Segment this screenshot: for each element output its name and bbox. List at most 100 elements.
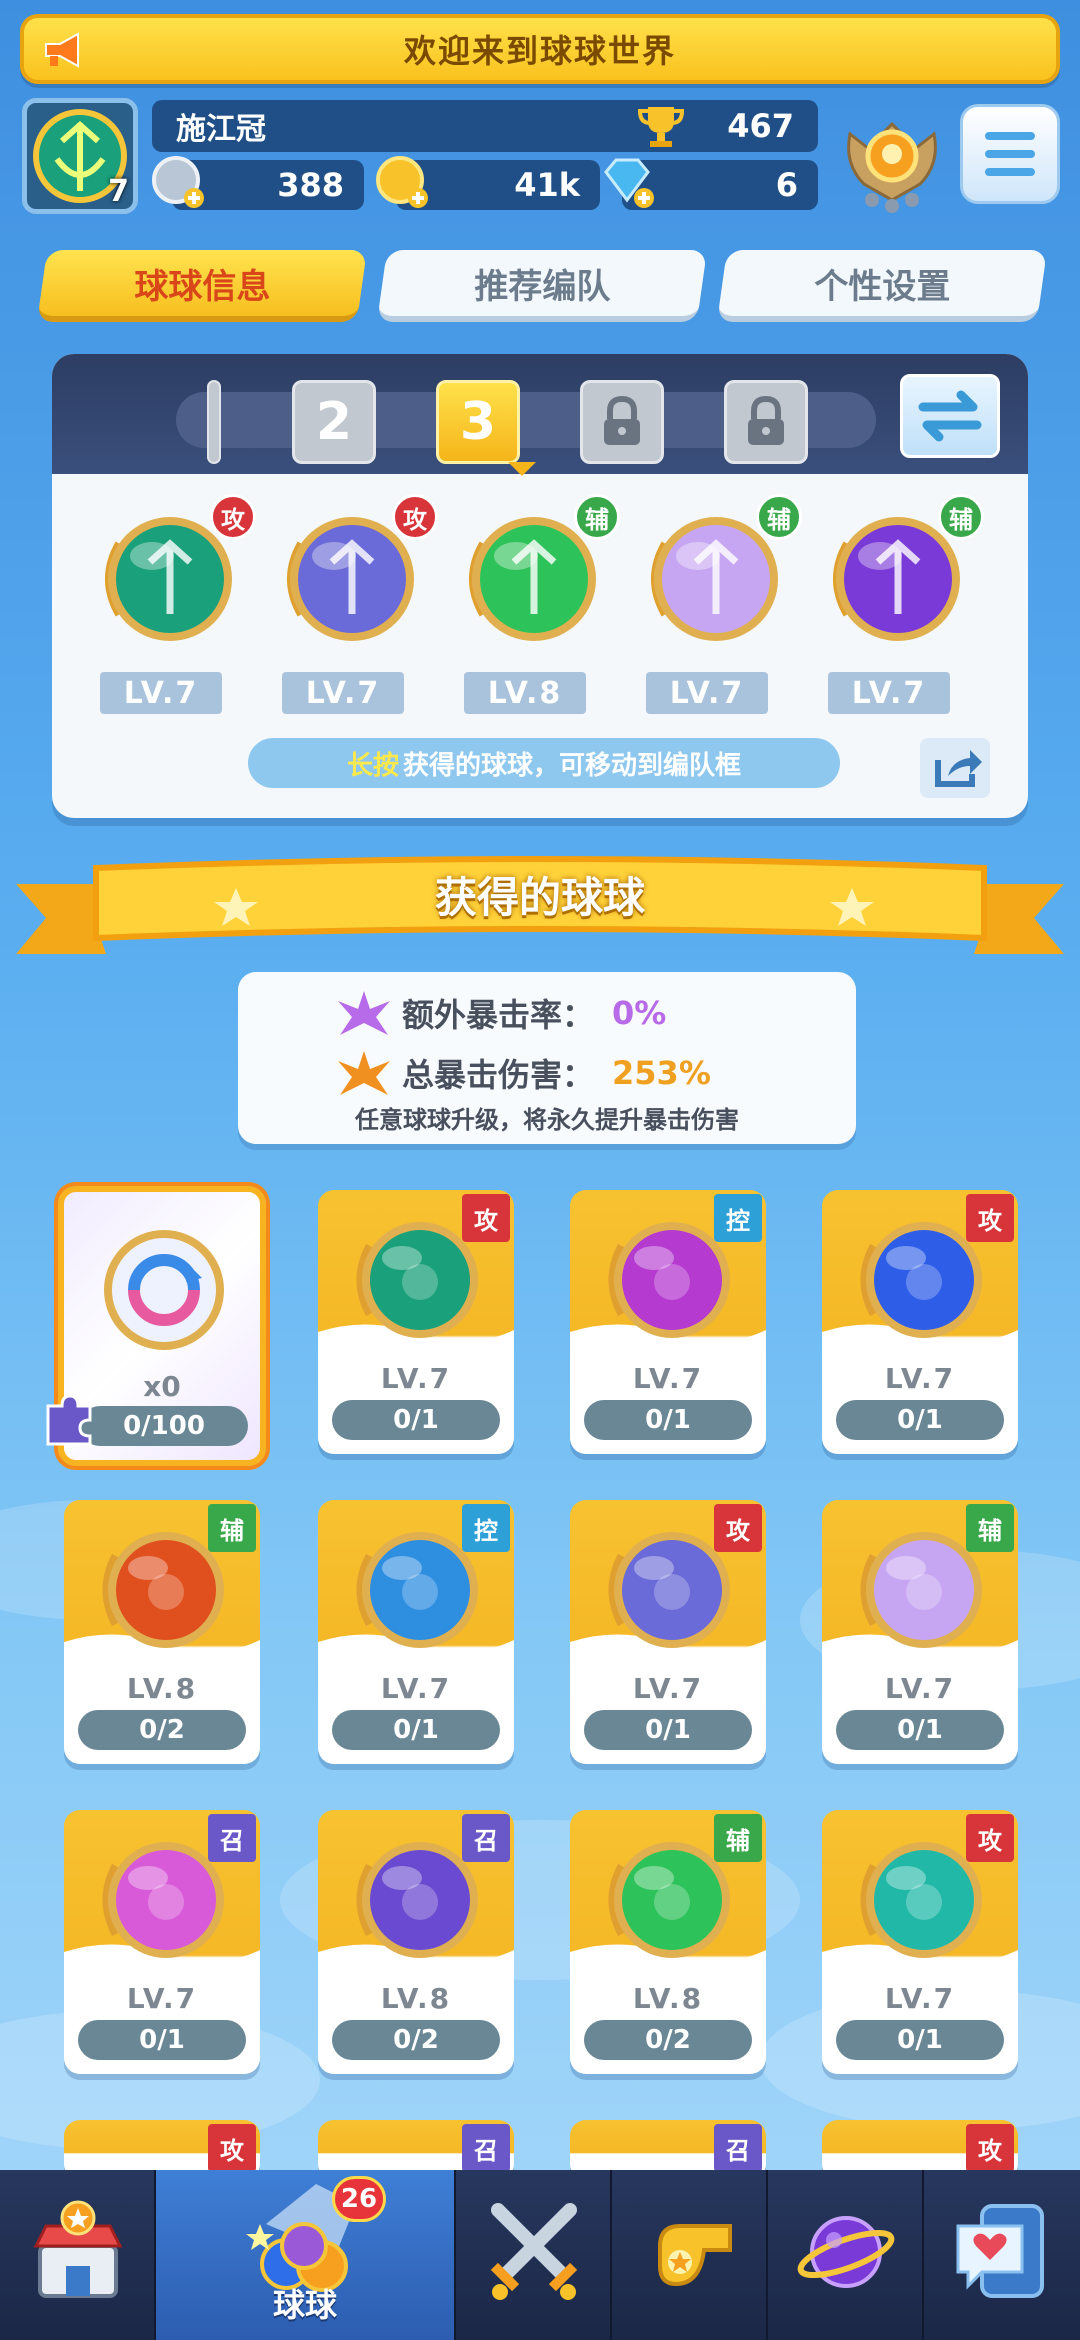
crit-damage-value: 253% xyxy=(612,1054,711,1092)
slot-number: 3 xyxy=(459,392,497,452)
ball-progress: 0/1 xyxy=(332,1710,500,1750)
share-button[interactable] xyxy=(920,738,990,798)
ball-type-tag: 辅 xyxy=(714,1814,762,1862)
gold-coin-icon xyxy=(376,156,428,208)
team-ball-level: LV.7 xyxy=(282,672,404,714)
ball-card[interactable]: 控 LV.7 0/1 xyxy=(570,1190,766,1454)
ball-card[interactable]: 攻 LV.7 0/1 xyxy=(822,1190,1018,1454)
ball-card[interactable]: 召 LV.7 0/1 xyxy=(64,1810,260,2074)
welcome-banner[interactable]: 欢迎来到球球世界 xyxy=(20,14,1060,84)
team-ball-level: LV.7 xyxy=(100,672,222,714)
ball-type-tag: 攻 xyxy=(966,1814,1014,1862)
nav-balls[interactable]: 26 球球 xyxy=(156,2170,456,2340)
team-ball-level: LV.7 xyxy=(828,672,950,714)
slot-number: 2 xyxy=(315,392,353,452)
ball-type-tag: 召 xyxy=(208,1814,256,1862)
team-slot-5-locked[interactable] xyxy=(724,380,808,464)
ball-card[interactable]: 召 LV.8 0/2 xyxy=(318,1810,514,2074)
slot-pointer xyxy=(508,462,536,476)
special-ball-card[interactable]: x0 0/100 xyxy=(46,1186,266,1466)
rainbow-ball-icon xyxy=(104,1230,224,1350)
menu-line-icon xyxy=(985,150,1035,158)
team-slot-4-locked[interactable] xyxy=(580,380,664,464)
player-avatar[interactable]: 7 xyxy=(22,98,138,214)
ball-level: LV.7 xyxy=(884,1362,956,1395)
ball-type-tag: 攻 xyxy=(208,2124,256,2172)
ball-level: LV.8 xyxy=(380,1982,452,2015)
menu-line-icon xyxy=(985,132,1035,140)
ball-card[interactable]: 辅 LV.8 0/2 xyxy=(64,1500,260,1764)
crossed-swords-icon xyxy=(490,2203,578,2300)
ball-type-tag: 辅 xyxy=(966,1504,1014,1552)
crit-rate-value: 0% xyxy=(612,994,667,1032)
ball-card[interactable]: 攻 LV.7 0/1 xyxy=(822,1810,1018,2074)
ball-card[interactable]: 控 LV.7 0/1 xyxy=(318,1500,514,1764)
tab-personal-settings[interactable]: 个性设置 xyxy=(716,250,1048,322)
ball-progress: 0/2 xyxy=(584,2020,752,2060)
ball-type-tag: 攻 xyxy=(462,1194,510,1242)
ball-type-tag: 攻 xyxy=(714,1504,762,1552)
ball-progress: 0/1 xyxy=(78,2020,246,2060)
ball-level: LV.7 xyxy=(380,1362,452,1395)
nav-battle[interactable] xyxy=(456,2170,612,2340)
ball-card[interactable]: 辅 LV.8 0/2 xyxy=(570,1810,766,2074)
silver-resource[interactable]: 388 xyxy=(152,156,364,210)
team-slot-header: 2 3 xyxy=(52,354,1028,476)
menu-button[interactable] xyxy=(960,104,1060,204)
trophy-count: 467 xyxy=(727,107,794,145)
team-slot-2[interactable]: 2 xyxy=(292,380,376,464)
nav-whistle[interactable] xyxy=(612,2170,768,2340)
ball-progress: 0/1 xyxy=(332,1400,500,1440)
nav-chat[interactable] xyxy=(924,2170,1080,2340)
planet-icon xyxy=(797,2216,895,2288)
tab-ball-info[interactable]: 球球信息 xyxy=(36,250,368,322)
name-bar: 施江冠 467 xyxy=(152,100,818,152)
ball-progress: 0/1 xyxy=(584,1710,752,1750)
team-slot-3[interactable]: 3 xyxy=(436,380,520,464)
ball-progress: 0/1 xyxy=(836,1400,1004,1440)
ball-progress: 0/1 xyxy=(836,1710,1004,1750)
nav-planet[interactable] xyxy=(768,2170,924,2340)
silver-value: 388 xyxy=(277,166,344,204)
crit-note: 任意球球升级，将永久提升暴击伤害 xyxy=(355,1106,739,1134)
ball-type-tag: 召 xyxy=(714,2124,762,2172)
crit-info-panel: 额外暴击率： 0% 总暴击伤害： 253% 任意球球升级，将永久提升暴击伤害 xyxy=(238,972,856,1144)
avatar-level: 7 xyxy=(108,174,129,209)
crit-rate-label: 额外暴击率： xyxy=(402,996,595,1034)
coin-resource[interactable]: 41k xyxy=(376,156,600,210)
shop-icon xyxy=(33,2200,123,2298)
ball-type-tag: 控 xyxy=(714,1194,762,1242)
tab-label: 推荐编队 xyxy=(474,266,611,307)
ball-level: LV.7 xyxy=(632,1362,704,1395)
team-slot-1[interactable] xyxy=(207,380,221,464)
whistle-icon xyxy=(658,2224,732,2287)
coin-value: 41k xyxy=(514,166,580,204)
gem-resource[interactable]: 6 xyxy=(604,158,818,210)
tab-recommended-team[interactable]: 推荐编队 xyxy=(376,250,708,322)
collection-title: 获得的球球 xyxy=(434,873,645,922)
ball-card[interactable]: 攻 LV.7 0/1 xyxy=(318,1190,514,1454)
crit-damage-label: 总暴击伤害： xyxy=(402,1056,595,1094)
ball-card[interactable]: 辅 LV.7 0/1 xyxy=(822,1500,1018,1764)
ball-type-tag: 攻 xyxy=(966,1194,1014,1242)
ball-progress: 0/1 xyxy=(836,2020,1004,2060)
crit-damage-row: 总暴击伤害： 253% xyxy=(338,1050,711,1096)
ball-type-tag: 攻 xyxy=(966,2124,1014,2172)
swap-button[interactable] xyxy=(900,374,1000,458)
nav-shop[interactable] xyxy=(0,2170,156,2340)
gem-value: 6 xyxy=(775,166,798,204)
team-panel: 2 3 攻 LV.7 攻 LV.7 辅 LV.8 辅 LV.7 辅 LV.7 长… xyxy=(52,354,1028,818)
balls-badge: 26 xyxy=(332,2176,386,2222)
ball-level: LV.7 xyxy=(380,1672,452,1705)
silver-coin-icon xyxy=(152,156,204,208)
rank-badge-icon[interactable] xyxy=(840,104,944,214)
banner-text: 欢迎来到球球世界 xyxy=(403,32,676,70)
bottom-nav: 26 球球 xyxy=(0,2170,1080,2340)
team-ball-tag: 攻 xyxy=(392,494,438,540)
share-icon xyxy=(935,750,982,787)
ball-type-tag: 辅 xyxy=(208,1504,256,1552)
team-ball-tag: 辅 xyxy=(574,494,620,540)
player-name: 施江冠 xyxy=(176,112,266,147)
ball-card[interactable]: 攻 LV.7 0/1 xyxy=(570,1500,766,1764)
crit-damage-icon xyxy=(338,1051,390,1095)
